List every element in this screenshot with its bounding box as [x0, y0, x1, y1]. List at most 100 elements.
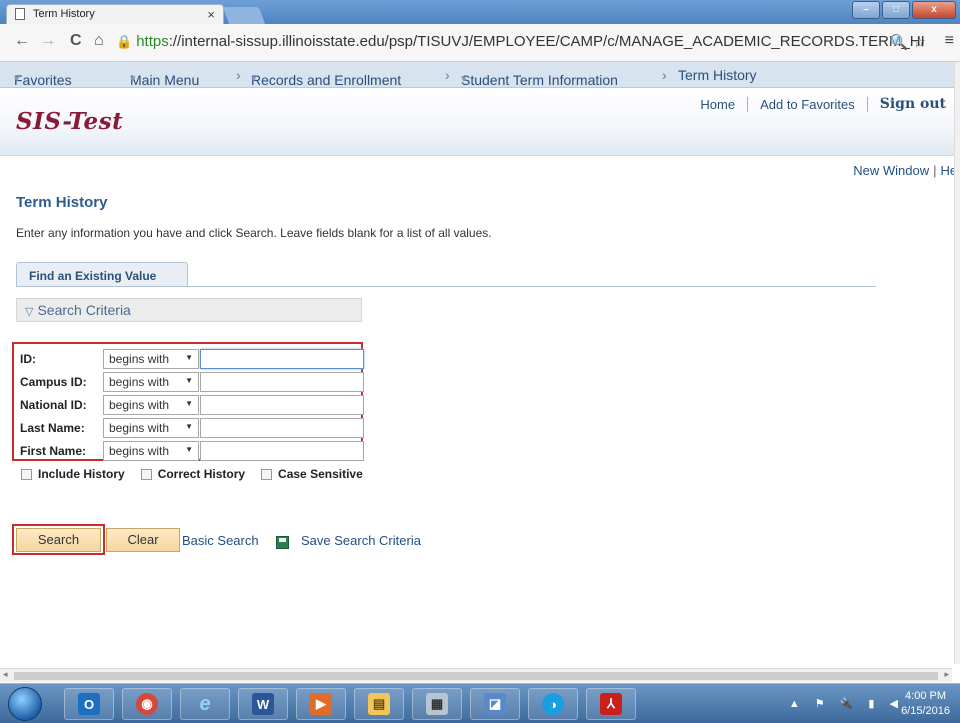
- page-title: Term History: [16, 194, 108, 211]
- calculator-taskbar-icon[interactable]: ▦: [412, 688, 462, 720]
- chevron-down-icon: ▾: [130, 73, 136, 85]
- tab-divider: [16, 286, 876, 287]
- file-explorer-taskbar-icon[interactable]: ▤: [354, 688, 404, 720]
- url-field[interactable]: 🔒 https://internal-sissup.illinoisstate.e…: [116, 32, 934, 54]
- field-label: Last Name:: [20, 420, 85, 435]
- clock-time: 4:00 PM: [905, 690, 947, 702]
- header-banner: SIS-Test Home Add to Favorites Sign out: [0, 88, 960, 156]
- checkbox-box[interactable]: [261, 468, 273, 480]
- system-tray-icons[interactable]: ▲ ⚑ 🔌 ▮ ◀: [789, 697, 904, 710]
- save-icon[interactable]: [276, 536, 289, 549]
- scroll-left-icon[interactable]: ◂: [3, 669, 8, 680]
- tab-find-existing-value[interactable]: Find an Existing Value: [16, 262, 188, 287]
- minimize-button[interactable]: –: [852, 1, 880, 19]
- dropdown-arrow-icon: ▼: [185, 375, 193, 385]
- lock-icon: 🔒: [116, 34, 133, 49]
- national-id-input[interactable]: [200, 394, 364, 415]
- operator-select[interactable]: begins with ▼: [103, 394, 199, 415]
- operator-select[interactable]: begins with ▼: [103, 371, 199, 392]
- chrome-taskbar-icon[interactable]: ◉: [122, 688, 172, 720]
- field-row-campus-id: Campus ID: begins with ▼: [20, 371, 364, 392]
- maximize-button[interactable]: □: [882, 1, 910, 19]
- correct-history-checkbox[interactable]: Correct History: [140, 467, 245, 481]
- tab-close-icon[interactable]: ×: [207, 7, 215, 22]
- field-label: Campus ID:: [20, 374, 87, 389]
- operator-select[interactable]: begins with ▼: [103, 440, 199, 461]
- search-criteria-header[interactable]: ▽ Search Criteria: [16, 298, 362, 322]
- case-sensitive-checkbox[interactable]: Case Sensitive: [261, 467, 363, 481]
- reload-icon[interactable]: C: [70, 32, 82, 50]
- document-icon: [15, 8, 25, 20]
- checkbox-box[interactable]: [140, 468, 152, 480]
- chevron-down-icon: ▾: [14, 73, 20, 85]
- collapse-icon: ▽: [25, 306, 34, 318]
- breadcrumb-separator: ›: [662, 67, 667, 83]
- browser-tab[interactable]: Term History ×: [6, 4, 224, 24]
- chevron-down-icon: ▾: [251, 73, 257, 85]
- header-links: Home Add to Favorites Sign out: [688, 96, 946, 112]
- new-tab-button[interactable]: [222, 7, 266, 24]
- zoom-bookmark-icons[interactable]: 🔍 ☆: [890, 33, 926, 51]
- breadcrumb-separator: ›: [236, 67, 241, 83]
- breadcrumb-term-history[interactable]: Term History: [678, 67, 757, 83]
- dropdown-arrow-icon: ▼: [185, 444, 193, 454]
- url-text: ://internal-sissup.illinoisstate.edu/psp…: [168, 33, 925, 50]
- field-label: First Name:: [20, 443, 87, 458]
- horizontal-scrollbar[interactable]: ◂ ▸: [0, 668, 952, 682]
- logo: SIS-Test: [16, 108, 124, 135]
- clear-button[interactable]: Clear: [106, 528, 180, 552]
- field-label: National ID:: [20, 397, 87, 412]
- campus-id-input[interactable]: [200, 371, 364, 392]
- start-button-icon[interactable]: [8, 687, 42, 721]
- operator-select[interactable]: begins with ▼: [103, 348, 199, 369]
- home-link[interactable]: Home: [688, 96, 749, 112]
- dropdown-arrow-icon: ▼: [185, 398, 193, 408]
- operator-select[interactable]: begins with ▼: [103, 417, 199, 438]
- scroll-thumb[interactable]: [14, 672, 938, 680]
- last-name-input[interactable]: [200, 417, 364, 438]
- acrobat-taskbar-icon[interactable]: ⅄: [586, 688, 636, 720]
- home-icon[interactable]: ⌂: [94, 32, 104, 50]
- add-to-favorites-link[interactable]: Add to Favorites: [748, 96, 868, 112]
- close-window-button[interactable]: x: [912, 1, 956, 19]
- utility-links: New Window | Hel: [853, 163, 960, 178]
- save-search-criteria-link[interactable]: Save Search Criteria: [301, 533, 421, 548]
- field-label: ID:: [20, 351, 36, 366]
- checkbox-box[interactable]: [21, 468, 32, 480]
- search-criteria-label: Search Criteria: [37, 302, 131, 318]
- dropdown-arrow-icon: ▼: [185, 352, 193, 362]
- chevron-down-icon: ▾: [461, 73, 467, 85]
- first-name-input[interactable]: [200, 440, 364, 461]
- address-bar: ← → C ⌂ 🔒 https://internal-sissup.illinoi…: [0, 24, 960, 62]
- search-fields-highlight: ID: begins with ▼ Campus ID: begins with ▼…: [12, 342, 364, 461]
- dropdown-arrow-icon: ▼: [185, 421, 193, 431]
- forward-icon[interactable]: →: [40, 32, 56, 50]
- app-taskbar-icon[interactable]: ◪: [470, 688, 520, 720]
- include-history-checkbox[interactable]: Include History: [21, 467, 125, 481]
- instructions-text: Enter any information you have and click…: [16, 226, 492, 240]
- field-row-first-name: First Name: begins with ▼: [20, 440, 364, 461]
- field-row-id: ID: begins with ▼: [20, 348, 364, 369]
- breadcrumb-bar: Favorites ▾ Main Menu ▾ › Records and En…: [0, 62, 960, 88]
- new-window-link[interactable]: New Window: [853, 163, 929, 178]
- field-row-last-name: Last Name: begins with ▼: [20, 417, 364, 438]
- id-input[interactable]: [200, 348, 364, 369]
- skype-taskbar-icon[interactable]: ◑: [528, 688, 578, 720]
- internet-explorer-taskbar-icon[interactable]: e: [180, 688, 230, 720]
- vertical-scrollbar[interactable]: [954, 62, 960, 664]
- clock[interactable]: 4:00 PM 6/15/2016: [901, 689, 950, 719]
- word-taskbar-icon[interactable]: W: [238, 688, 288, 720]
- clock-date: 6/15/2016: [901, 705, 950, 717]
- search-button[interactable]: Search: [16, 528, 101, 552]
- scroll-right-icon[interactable]: ▸: [944, 669, 949, 680]
- basic-search-link[interactable]: Basic Search: [182, 533, 259, 548]
- browser-menu-icon[interactable]: ≡: [945, 32, 954, 50]
- divider: |: [933, 163, 937, 178]
- media-taskbar-icon[interactable]: ▶: [296, 688, 346, 720]
- breadcrumb-separator: ›: [445, 67, 450, 83]
- back-icon[interactable]: ←: [14, 32, 30, 50]
- url-scheme: https: [136, 33, 169, 50]
- sign-out-link[interactable]: Sign out: [868, 96, 946, 112]
- tab-title: Term History: [33, 8, 95, 20]
- outlook-taskbar-icon[interactable]: O: [64, 688, 114, 720]
